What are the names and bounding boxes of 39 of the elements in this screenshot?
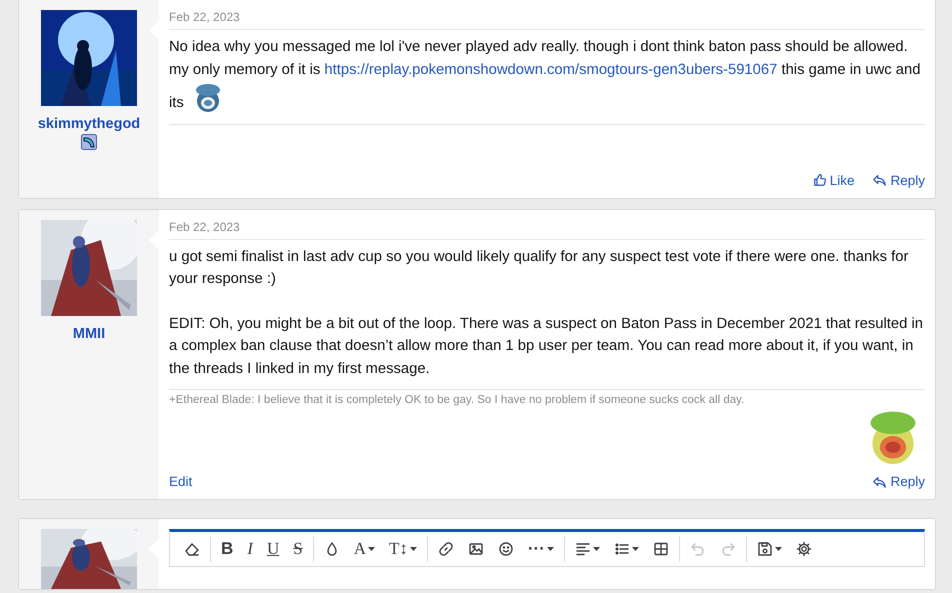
post-text: No idea why you messaged me lol i've never played adv really. though i dont think baton pass should be allowed. my only memory of it is https://replay.pokemonshowdown.com/smogtours-gen3ubers-591067 this game in uwc and its bbox=[169, 38, 922, 114]
redo-icon bbox=[720, 541, 736, 557]
caret-icon bbox=[368, 547, 375, 551]
post-date[interactable]: Feb 22, 2023 bbox=[169, 10, 240, 24]
bold-button[interactable]: B bbox=[215, 536, 240, 562]
link[interactable]: https://replay.pokemonshowdown.com/smogtours-gen3ubers-591067 bbox=[324, 62, 778, 78]
table-icon bbox=[652, 541, 669, 557]
like-link[interactable]: Like bbox=[812, 172, 854, 188]
username[interactable]: skimmythegod bbox=[38, 116, 140, 132]
caret-icon bbox=[774, 547, 782, 551]
underline-button[interactable]: U bbox=[260, 536, 286, 562]
post-date[interactable]: Feb 22, 2023 bbox=[169, 220, 240, 234]
smiley-icon bbox=[498, 541, 514, 557]
strike-button[interactable]: S bbox=[287, 536, 309, 562]
post-text: EDIT: Oh, you might be a bit out of the loop. There was a suspect on Baton Pass in December 2021 that resulted in a complex ban clause that doesn’t allow more than 1 bp user per team. You can read more about it, if you want, in the threads I linked in my first message. bbox=[169, 314, 924, 378]
thumbs-up-icon bbox=[812, 173, 827, 187]
list-icon bbox=[614, 541, 630, 557]
caret-icon bbox=[592, 547, 600, 551]
italic-button[interactable]: I bbox=[241, 536, 259, 562]
link-icon bbox=[438, 541, 454, 557]
caret-icon bbox=[632, 547, 639, 551]
more-button[interactable]: ··· bbox=[522, 536, 560, 562]
eraser-icon bbox=[184, 541, 200, 557]
align-left-icon bbox=[574, 541, 591, 557]
settings-icon bbox=[796, 541, 812, 557]
username[interactable]: MMII bbox=[72, 326, 106, 342]
post-text: u got semi finalist in last adv cup so you would likely qualify for any suspect test vote if there were one. thanks for your response :) bbox=[169, 248, 910, 289]
size-button[interactable]: T↕ bbox=[382, 536, 423, 562]
reply-arrow-icon bbox=[872, 474, 888, 488]
caret-icon bbox=[410, 547, 417, 551]
reply-arrow-icon bbox=[872, 173, 888, 187]
image-icon bbox=[468, 541, 484, 557]
edit-link[interactable]: Edit bbox=[169, 474, 192, 489]
caret-icon bbox=[546, 547, 554, 551]
reply-link[interactable]: Reply bbox=[872, 474, 925, 489]
signature-text: +Ethereal Blade: I believe that it is completely OK to be gay. So I have no problem if someone sucks cock all day. bbox=[169, 394, 746, 406]
reply-link[interactable]: Reply bbox=[872, 172, 925, 188]
undo-icon bbox=[690, 541, 706, 557]
font-button[interactable]: A bbox=[348, 536, 381, 562]
